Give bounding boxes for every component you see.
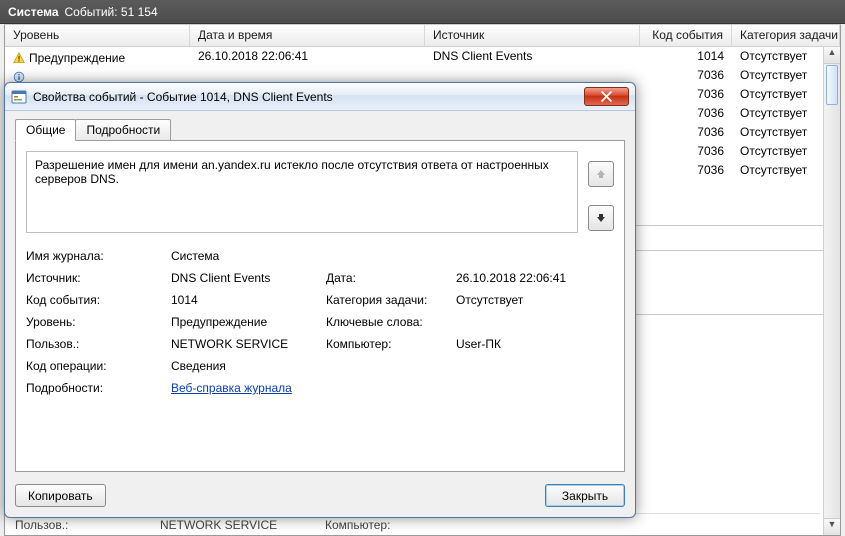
arrow-down-icon (594, 211, 608, 225)
value-opcode: Сведения (171, 359, 578, 373)
column-category[interactable]: Категория задачи (732, 25, 840, 46)
scroll-thumb[interactable] (826, 65, 838, 105)
table-row[interactable]: Предупреждение 26.10.2018 22:06:41DNS Cli… (5, 47, 840, 66)
label-user: Пользов.: (26, 337, 171, 351)
column-source[interactable]: Источник (425, 25, 640, 46)
row-source: DNS Client Events (425, 47, 640, 66)
dialog-buttons: Копировать Закрыть (15, 484, 625, 507)
bg-preview-computer-label: Компьютер: (325, 518, 470, 532)
background-header: Система Событий: 51 154 (0, 0, 845, 24)
help-link[interactable]: Веб-справка журнала (171, 381, 292, 395)
tab-general[interactable]: Общие (15, 119, 76, 141)
scroll-up-arrow-icon[interactable]: ▲ (824, 47, 840, 64)
value-source: DNS Client Events (171, 271, 326, 285)
column-date[interactable]: Дата и время (190, 25, 425, 46)
bg-header-title: Система (8, 5, 59, 19)
next-event-button[interactable] (588, 205, 614, 231)
bg-preview-user-value: NETWORK SERVICE (160, 518, 325, 532)
label-category: Категория задачи: (326, 293, 456, 307)
row-code: 7036 (640, 161, 732, 180)
tab-panel-general: Разрешение имен для имени an.yandex.ru и… (15, 140, 625, 472)
row-level: Предупреждение (29, 51, 125, 65)
detail-grid: Имя журнала: Система Источник: DNS Clien… (26, 249, 578, 395)
value-log: Система (171, 249, 578, 263)
label-computer: Компьютер: (326, 337, 456, 351)
value-computer: User-ПК (456, 337, 578, 351)
row-code: 7036 (640, 66, 732, 85)
arrow-up-icon (594, 167, 608, 181)
dialog-titlebar[interactable]: Свойства событий - Событие 1014, DNS Cli… (5, 83, 635, 111)
event-description[interactable]: Разрешение имен для имени an.yandex.ru и… (26, 151, 578, 233)
bg-preview-user-label: Пользов.: (15, 518, 160, 532)
event-list-columns: Уровень Дата и время Источник Код событи… (5, 25, 840, 47)
dialog-title: Свойства событий - Событие 1014, DNS Cli… (33, 90, 584, 104)
row-code: 7036 (640, 123, 732, 142)
row-code: 1014 (640, 47, 732, 66)
value-category: Отсутствует (456, 293, 578, 307)
warning-icon (13, 52, 25, 64)
row-date: 26.10.2018 22:06:41 (190, 47, 425, 66)
value-keywords (456, 315, 578, 329)
value-date: 26.10.2018 22:06:41 (456, 271, 578, 285)
info-icon (13, 71, 25, 83)
label-keywords: Ключевые слова: (326, 315, 456, 329)
tab-details[interactable]: Подробности (75, 119, 171, 141)
row-code: 7036 (640, 104, 732, 123)
value-code: 1014 (171, 293, 326, 307)
value-user: NETWORK SERVICE (171, 337, 326, 351)
event-properties-dialog: Свойства событий - Событие 1014, DNS Cli… (4, 82, 636, 518)
close-button[interactable]: Закрыть (545, 484, 625, 507)
value-level: Предупреждение (171, 315, 326, 329)
vertical-scrollbar[interactable]: ▲ ▼ (823, 47, 840, 535)
label-more: Подробности: (26, 381, 171, 395)
row-code: 7036 (640, 142, 732, 161)
label-level: Уровень: (26, 315, 171, 329)
label-date: Дата: (326, 271, 456, 285)
column-level[interactable]: Уровень (5, 25, 190, 46)
close-icon (601, 91, 612, 102)
bg-header-count: Событий: 51 154 (65, 5, 158, 19)
label-opcode: Код операции: (26, 359, 171, 373)
tabs: Общие Подробности (15, 119, 625, 141)
column-code[interactable]: Код события (640, 25, 732, 46)
dialog-close-button[interactable] (584, 87, 629, 106)
row-code: 7036 (640, 85, 732, 104)
label-source: Источник: (26, 271, 171, 285)
scroll-down-arrow-icon[interactable]: ▼ (824, 518, 840, 535)
label-log: Имя журнала: (26, 249, 171, 263)
event-icon (11, 89, 27, 105)
label-code: Код события: (26, 293, 171, 307)
copy-button[interactable]: Копировать (15, 484, 106, 507)
previous-event-button[interactable] (588, 161, 614, 187)
